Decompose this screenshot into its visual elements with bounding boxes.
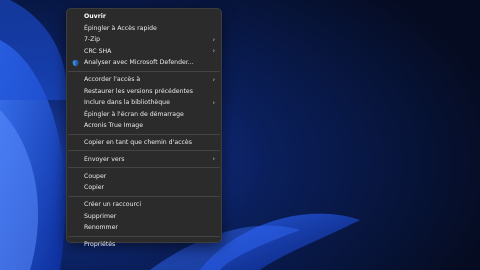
menu-item-label: Envoyer vers <box>84 155 125 163</box>
menu-item-label: Propriétés <box>84 241 116 248</box>
menu-item-pin-quick-access[interactable]: Épingler à Accès rapide <box>67 23 221 35</box>
menu-item-pin-start[interactable]: Épingler à l'écran de démarrage <box>67 108 221 120</box>
menu-item-include-library[interactable]: Inclure dans la bibliothèque › <box>67 97 221 109</box>
chevron-right-icon: › <box>212 76 215 84</box>
menu-item-copy-path[interactable]: Copier en tant que chemin d'accès <box>67 137 221 149</box>
menu-item-label: Accorder l'accès à <box>84 76 141 84</box>
menu-item-label: Inclure dans la bibliothèque <box>84 99 170 107</box>
menu-separator <box>68 150 220 152</box>
menu-item-restore-versions[interactable]: Restaurer les versions précédentes <box>67 85 221 97</box>
menu-item-crc-sha[interactable]: CRC SHA › <box>67 46 221 58</box>
menu-item-label: Copier en tant que chemin d'accès <box>84 139 192 146</box>
menu-item-label: Couper <box>84 172 107 180</box>
menu-item-defender-scan[interactable]: Analyser avec Microsoft Defender... <box>67 57 221 69</box>
menu-item-create-shortcut[interactable]: Créer un raccourci <box>67 199 221 211</box>
menu-item-acronis[interactable]: Acronis True Image <box>67 120 221 132</box>
menu-item-label: Analyser avec Microsoft Defender... <box>84 59 194 67</box>
menu-item-label: Supprimer <box>84 212 117 220</box>
menu-item-cut[interactable]: Couper <box>67 171 221 183</box>
menu-separator <box>68 70 220 72</box>
menu-item-label: Copier <box>84 184 105 192</box>
menu-item-grant-access[interactable]: Accorder l'accès à › <box>67 74 221 86</box>
context-menu: Ouvrir Épingler à Accès rapide 7-Zip › C… <box>66 8 222 248</box>
menu-item-label: CRC SHA <box>84 47 112 55</box>
menu-item-label: Renommer <box>84 224 118 232</box>
menu-item-rename[interactable]: Renommer <box>67 222 221 234</box>
menu-separator <box>68 167 220 169</box>
menu-item-properties[interactable]: Propriétés <box>67 239 221 251</box>
menu-item-send-to[interactable]: Envoyer vers › <box>67 154 221 166</box>
menu-item-label: Acronis True Image <box>84 122 144 130</box>
chevron-right-icon: › <box>212 155 215 163</box>
menu-separator <box>68 133 220 135</box>
chevron-right-icon: › <box>212 99 215 107</box>
menu-item-label: Épingler à Accès rapide <box>84 24 157 32</box>
menu-item-open[interactable]: Ouvrir <box>67 11 221 23</box>
menu-item-label: Restaurer les versions précédentes <box>84 87 193 95</box>
menu-item-label: 7-Zip <box>84 36 101 44</box>
chevron-right-icon: › <box>212 47 215 55</box>
menu-item-7zip[interactable]: 7-Zip › <box>67 34 221 46</box>
menu-item-label: Créer un raccourci <box>84 201 142 209</box>
menu-item-label: Ouvrir <box>84 13 106 21</box>
chevron-right-icon: › <box>212 36 215 44</box>
menu-item-copy[interactable]: Copier <box>67 182 221 194</box>
menu-separator <box>68 235 220 237</box>
menu-separator <box>68 195 220 197</box>
menu-item-delete[interactable]: Supprimer <box>67 210 221 222</box>
shield-icon <box>72 59 79 66</box>
menu-item-label: Épingler à l'écran de démarrage <box>84 110 184 118</box>
